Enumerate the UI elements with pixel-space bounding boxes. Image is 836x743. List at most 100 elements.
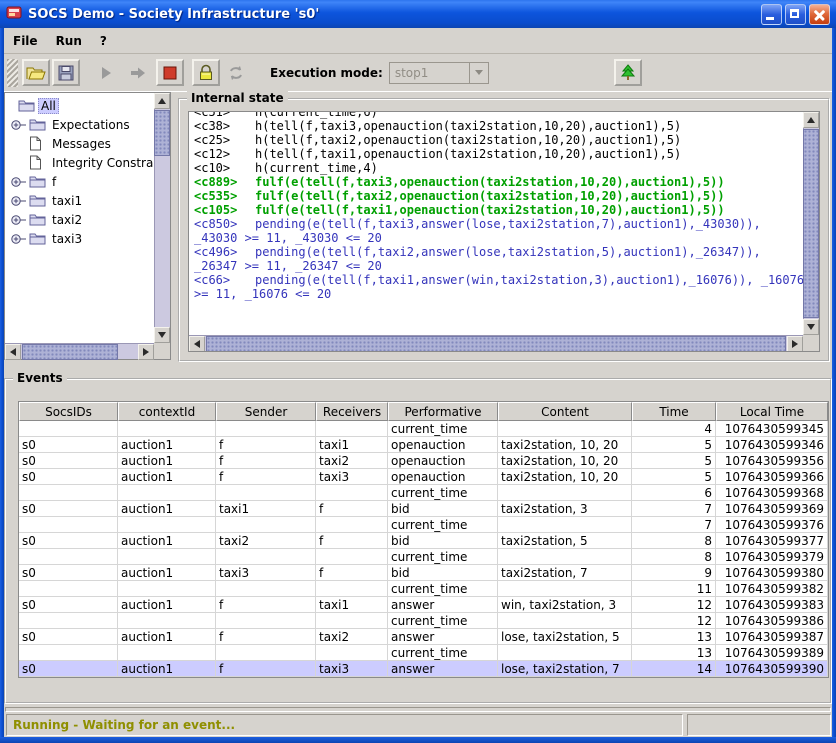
folder-icon: [29, 232, 49, 245]
table-row[interactable]: s0auction1ftaxi2answerlose, taxi2station…: [19, 629, 828, 645]
scroll-up-icon[interactable]: [154, 93, 170, 109]
cell-time: 14: [632, 661, 716, 677]
combo-arrow-icon: [469, 63, 488, 83]
column-header-performative[interactable]: Performative: [388, 402, 498, 421]
events-panel: Events SocsIDscontextIdSenderReceiversPe…: [4, 378, 832, 704]
expand-handle-icon[interactable]: [10, 176, 29, 188]
scrollbar-thumb[interactable]: [803, 129, 819, 318]
scrollbar-corner: [154, 343, 170, 359]
expand-handle-icon[interactable]: [10, 195, 29, 207]
state-horizontal-scrollbar: [189, 335, 803, 351]
table-row[interactable]: current_time121076430599386: [19, 613, 828, 629]
cell-socsids: [19, 549, 118, 565]
stop-button[interactable]: [156, 59, 184, 86]
close-button[interactable]: [809, 4, 830, 25]
scroll-down-icon[interactable]: [803, 319, 819, 335]
menu-file[interactable]: File: [4, 31, 47, 51]
tree-item-all[interactable]: All: [5, 96, 154, 115]
cell-performative: current_time: [388, 549, 498, 565]
cell-local-time: 1076430599383: [716, 597, 828, 613]
scroll-right-icon[interactable]: [787, 336, 803, 352]
column-header-sender[interactable]: Sender: [216, 402, 316, 421]
tree-item-expectations[interactable]: Expectations: [5, 115, 154, 134]
cell-performative: answer: [388, 661, 498, 677]
cell-contextid: auction1: [118, 565, 216, 581]
table-row[interactable]: s0auction1ftaxi1answerwin, taxi2station,…: [19, 597, 828, 613]
table-row[interactable]: current_time61076430599368: [19, 485, 828, 501]
agent-tree[interactable]: AllExpectationsMessagesIntegrity Constra…: [5, 93, 154, 343]
scroll-left-icon[interactable]: [5, 344, 21, 360]
cell-local-time: 1076430599389: [716, 645, 828, 661]
scroll-up-icon[interactable]: [803, 112, 819, 128]
column-header-contextid[interactable]: contextId: [118, 402, 216, 421]
table-row[interactable]: s0auction1ftaxi1openauctiontaxi2station,…: [19, 437, 828, 453]
play-button: [92, 59, 120, 86]
table-row[interactable]: s0auction1taxi1fbidtaxi2station, 3710764…: [19, 501, 828, 517]
menu-run[interactable]: Run: [47, 31, 91, 51]
table-row[interactable]: s0auction1taxi2fbidtaxi2station, 5810764…: [19, 533, 828, 549]
cell-sender: [216, 549, 316, 565]
internal-state-textarea[interactable]: <c51>h(current_time,6)<c38>h(tell(f,taxi…: [188, 111, 820, 352]
tree-item-taxi2[interactable]: taxi2: [5, 210, 154, 229]
open-button[interactable]: [22, 59, 50, 86]
column-header-local-time[interactable]: Local Time: [716, 402, 828, 421]
execution-mode-combobox: stop1: [389, 62, 489, 84]
table-row[interactable]: current_time41076430599345: [19, 421, 828, 437]
refresh-icon: [228, 65, 244, 81]
cell-content: [498, 517, 632, 533]
table-row[interactable]: current_time71076430599376: [19, 517, 828, 533]
maximize-button[interactable]: [785, 4, 806, 25]
cell-local-time: 1076430599376: [716, 517, 828, 533]
scrollbar-thumb[interactable]: [154, 110, 170, 156]
column-header-time[interactable]: Time: [632, 402, 716, 421]
tree-item-integrity-constraints[interactable]: Integrity Constraints: [5, 153, 154, 172]
scroll-left-icon[interactable]: [189, 336, 205, 352]
cell-local-time: 1076430599380: [716, 565, 828, 581]
cell-performative: current_time: [388, 645, 498, 661]
folder-icon: [18, 99, 38, 112]
scrollbar-thumb[interactable]: [206, 336, 786, 352]
window-border-bottom: [0, 737, 836, 743]
cell-local-time: 1076430599382: [716, 581, 828, 597]
cell-socsids: [19, 517, 118, 533]
table-row[interactable]: s0auction1taxi3fbidtaxi2station, 7910764…: [19, 565, 828, 581]
save-button[interactable]: [52, 59, 80, 86]
tree-item-f[interactable]: f: [5, 172, 154, 191]
society-button[interactable]: [614, 59, 642, 86]
expand-handle-icon[interactable]: [10, 214, 29, 226]
menu-help[interactable]: ?: [91, 31, 116, 51]
table-row[interactable]: current_time131076430599389: [19, 645, 828, 661]
tree-item-messages[interactable]: Messages: [5, 134, 154, 153]
lock-button[interactable]: [192, 59, 220, 86]
scroll-down-icon[interactable]: [154, 327, 170, 343]
column-header-socsids[interactable]: SocsIDs: [19, 402, 118, 421]
cell-contextid: [118, 549, 216, 565]
minimize-button[interactable]: [761, 4, 782, 25]
cell-time: 7: [632, 501, 716, 517]
table-row[interactable]: s0auction1ftaxi3openauctiontaxi2station,…: [19, 469, 828, 485]
cell-sender: f: [216, 661, 316, 677]
tree-item-taxi3[interactable]: taxi3: [5, 229, 154, 248]
table-row[interactable]: s0auction1ftaxi3answerlose, taxi2station…: [19, 661, 828, 677]
cell-sender: [216, 613, 316, 629]
expand-handle-icon[interactable]: [10, 233, 29, 245]
state-line: <c51>h(current_time,6): [194, 111, 803, 119]
table-row[interactable]: current_time81076430599379: [19, 549, 828, 565]
table-row[interactable]: s0auction1ftaxi2openauctiontaxi2station,…: [19, 453, 828, 469]
cell-content: [498, 581, 632, 597]
table-row[interactable]: current_time111076430599382: [19, 581, 828, 597]
tree-item-taxi1[interactable]: taxi1: [5, 191, 154, 210]
cell-content: [498, 485, 632, 501]
cell-sender: taxi3: [216, 565, 316, 581]
tree-item-label: f: [49, 174, 59, 190]
cell-time: 12: [632, 613, 716, 629]
cell-sender: f: [216, 597, 316, 613]
scroll-right-icon[interactable]: [138, 344, 154, 360]
internal-state-panel: Internal state <c51>h(current_time,6)<c3…: [178, 98, 830, 362]
toolbar-drag-handle[interactable]: [7, 59, 18, 87]
scrollbar-thumb[interactable]: [22, 344, 118, 360]
column-header-content[interactable]: Content: [498, 402, 632, 421]
cell-contextid: auction1: [118, 629, 216, 645]
expand-handle-icon[interactable]: [10, 119, 29, 131]
column-header-receivers[interactable]: Receivers: [316, 402, 388, 421]
